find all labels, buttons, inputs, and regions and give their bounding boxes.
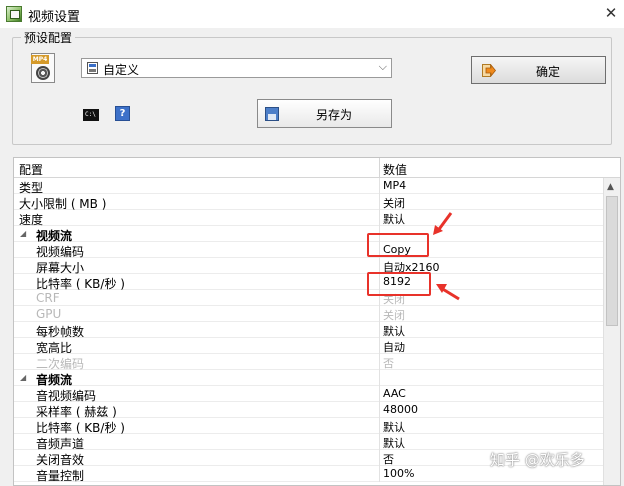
preset-list-icon [87, 62, 98, 74]
confirm-button-label: 确定 [536, 65, 561, 79]
grid-row[interactable]: GPU 关闭 [14, 306, 603, 322]
row-value[interactable]: 关闭 [383, 307, 405, 323]
row-value[interactable]: 否 [383, 355, 394, 371]
row-value[interactable]: MP4 [383, 179, 406, 192]
grid-header: 配置 数值 [14, 158, 620, 178]
window-title: 视频设置 [28, 10, 81, 25]
app-icon [6, 6, 22, 22]
help-icon[interactable]: ? [115, 106, 130, 121]
row-value[interactable]: 默认 [383, 435, 405, 451]
row-separator [379, 450, 380, 466]
scroll-up-icon[interactable]: ▲ [607, 182, 614, 192]
highlight-bitrate [367, 272, 431, 296]
header-value: 数值 [383, 163, 408, 177]
header-config: 配置 [19, 163, 44, 177]
grid-row[interactable]: 大小限制 ( MB ) 关闭 [14, 194, 603, 211]
preset-select[interactable]: 自定义 ⌵ [81, 58, 392, 78]
row-separator [379, 210, 380, 226]
scroll-thumb[interactable] [606, 196, 618, 326]
grid-row[interactable]: 每秒帧数 默认 [14, 322, 603, 339]
watermark: 知乎 @欢乐多 [490, 451, 585, 469]
row-value[interactable]: 否 [383, 451, 394, 467]
row-separator [379, 306, 380, 322]
arrow-right-icon [482, 64, 496, 77]
expand-caret-icon[interactable]: ◢ [20, 373, 26, 382]
row-name: CRF [36, 291, 60, 305]
grid-row[interactable]: 比特率 ( KB/秒 ) 默认 [14, 418, 603, 435]
annotation-arrow-up [433, 212, 453, 235]
command-prompt-icon[interactable]: C:\ [83, 109, 99, 121]
confirm-button[interactable]: 确定 [471, 56, 606, 84]
row-name: GPU [36, 307, 62, 321]
grid-row[interactable]: 类型 MP4 [14, 178, 603, 195]
annotation-arrow-down [436, 284, 460, 301]
header-separator [379, 158, 380, 178]
mp4-tag: MP4 [31, 55, 49, 64]
row-name: 音量控制 [36, 469, 85, 483]
save-as-button-label: 另存为 [316, 108, 353, 122]
row-separator [379, 418, 380, 434]
grid-row[interactable]: 音视频编码 AAC [14, 386, 603, 403]
grid-row[interactable]: 速度 默认 [14, 210, 603, 227]
row-separator [379, 194, 380, 210]
chevron-down-icon[interactable]: ⌵ [379, 60, 387, 74]
row-value[interactable]: 100% [383, 467, 414, 480]
save-as-button[interactable]: 另存为 [257, 99, 392, 128]
row-separator [379, 434, 380, 450]
row-separator [379, 466, 380, 482]
grid-group-row[interactable]: ◢ 视频流 [14, 226, 603, 243]
save-disk-icon [265, 107, 279, 121]
mp4-file-icon: MP4 [31, 53, 57, 85]
row-separator [379, 386, 380, 402]
row-separator [379, 322, 380, 338]
settings-grid: 配置 数值 类型 MP4 大小限制 ( MB ) 关闭 速度 默认 ◢ 视频流 视频编码 Copy… [13, 157, 621, 486]
row-value[interactable]: 自动 [383, 339, 405, 355]
grid-row[interactable]: 屏幕大小 自动x2160 [14, 258, 603, 275]
row-separator [379, 370, 380, 386]
row-value[interactable]: 默认 [383, 211, 405, 227]
grid-row[interactable]: CRF 关闭 [14, 290, 603, 306]
row-separator [379, 178, 380, 194]
grid-row[interactable]: 二次编码否 [14, 354, 603, 371]
grid-row[interactable]: 采样率 ( 赫兹 ) 48000 [14, 402, 603, 419]
grid-rows: 类型 MP4 大小限制 ( MB ) 关闭 速度 默认 ◢ 视频流 视频编码 Copy 屏幕大小 自动… [14, 178, 603, 483]
row-value[interactable]: 关闭 [383, 195, 405, 211]
grid-row[interactable]: 音频声道 默认 [14, 434, 603, 451]
preset-group: 预设配置 MP4 自定义 ⌵ 确定 C:\ ? 另存为 [12, 29, 612, 145]
expand-caret-icon[interactable]: ◢ [20, 229, 26, 238]
film-reel-icon [36, 66, 50, 80]
row-separator [379, 354, 380, 370]
title-bar: 视频设置 ✕ [0, 0, 624, 28]
row-value[interactable]: AAC [383, 387, 406, 400]
grid-row[interactable]: 视频编码 Copy [14, 242, 603, 259]
grid-row[interactable]: 宽高比 自动 [14, 338, 603, 355]
preset-select-value: 自定义 [103, 63, 140, 77]
row-value[interactable]: 默认 [383, 419, 405, 435]
row-separator [379, 402, 380, 418]
row-value[interactable]: 默认 [383, 323, 405, 339]
preset-group-label: 预设配置 [21, 29, 76, 46]
close-button[interactable]: ✕ [602, 4, 620, 22]
highlight-video-codec [367, 233, 429, 257]
row-value[interactable]: 48000 [383, 403, 418, 416]
vertical-scrollbar[interactable]: ▲ [603, 178, 620, 485]
grid-row[interactable]: 比特率 ( KB/秒 ) 8192 [14, 274, 603, 291]
row-separator [379, 338, 380, 354]
grid-group-row[interactable]: ◢ 音频流 [14, 370, 603, 387]
